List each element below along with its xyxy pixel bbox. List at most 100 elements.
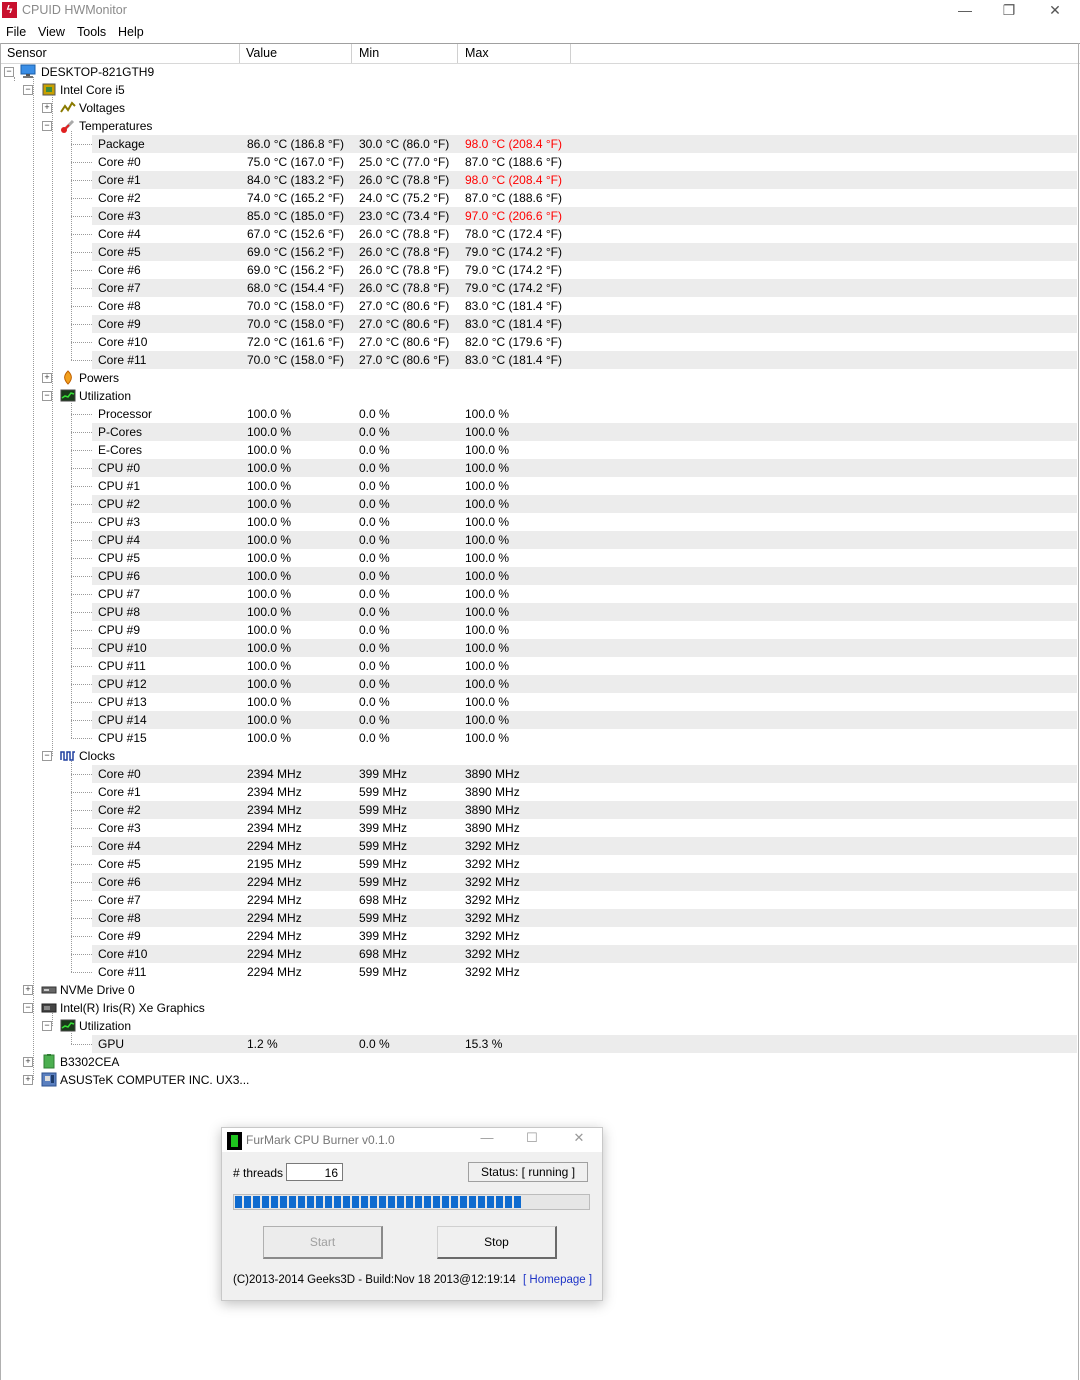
expand-toggle[interactable]: + [42, 373, 52, 383]
clocks-node[interactable]: − Clocks [0, 747, 1077, 765]
sensor-name: Core #9 [98, 929, 141, 943]
sensor-row[interactable]: GPU 1.2 % 0.0 % 15.3 % [0, 1035, 1077, 1053]
expand-toggle[interactable]: + [23, 1057, 33, 1067]
motherboard-node[interactable]: + ASUSTeK COMPUTER INC. UX3... [0, 1071, 1077, 1089]
sensor-name: CPU #12 [98, 677, 147, 691]
sensor-row[interactable]: CPU #12 100.0 % 0.0 % 100.0 % [0, 675, 1077, 693]
sensor-row[interactable]: Processor 100.0 % 0.0 % 100.0 % [0, 405, 1077, 423]
voltages-node[interactable]: + Voltages [0, 99, 1077, 117]
sensor-row[interactable]: Core #3 85.0 °C (185.0 °F) 23.0 °C (73.4 °… [0, 207, 1077, 225]
row-stripe [92, 909, 1077, 927]
sensor-row[interactable]: CPU #0 100.0 % 0.0 % 100.0 % [0, 459, 1077, 477]
sensor-row[interactable]: CPU #6 100.0 % 0.0 % 100.0 % [0, 567, 1077, 585]
sensor-row[interactable]: Core #7 2294 MHz 698 MHz 3292 MHz [0, 891, 1077, 909]
header-divider[interactable] [457, 44, 458, 63]
expand-toggle[interactable]: + [42, 103, 52, 113]
maximize-button[interactable]: ❐ [986, 0, 1032, 22]
threads-input[interactable]: 16 [286, 1163, 343, 1181]
tree-connector [71, 468, 92, 469]
sensor-row[interactable]: Core #4 2294 MHz 599 MHz 3292 MHz [0, 837, 1077, 855]
stop-button[interactable]: Stop [437, 1226, 557, 1259]
sensor-row[interactable]: Core #11 70.0 °C (158.0 °F) 27.0 °C (80.6 … [0, 351, 1077, 369]
collapse-toggle[interactable]: − [42, 1021, 52, 1031]
sensor-row[interactable]: Core #6 69.0 °C (156.2 °F) 26.0 °C (78.8 °… [0, 261, 1077, 279]
sensor-row[interactable]: Core #0 2394 MHz 399 MHz 3890 MHz [0, 765, 1077, 783]
sensor-row[interactable]: CPU #5 100.0 % 0.0 % 100.0 % [0, 549, 1077, 567]
menu-view[interactable]: View [38, 25, 65, 39]
sensor-value: 100.0 % [247, 425, 292, 439]
utilization-node[interactable]: − Utilization [0, 387, 1077, 405]
sensor-row[interactable]: P-Cores 100.0 % 0.0 % 100.0 % [0, 423, 1077, 441]
header-divider[interactable] [351, 44, 352, 63]
header-min[interactable]: Min [359, 46, 379, 60]
header-divider[interactable] [239, 44, 240, 63]
homepage-link[interactable]: [ Homepage ] [523, 1274, 592, 1286]
cpu-node[interactable]: − Intel Core i5 [0, 81, 1077, 99]
gpu-node[interactable]: − Intel(R) Iris(R) Xe Graphics [0, 999, 1077, 1017]
gpu-utilization-node[interactable]: − Utilization [0, 1017, 1077, 1035]
computer-node[interactable]: − DESKTOP-821GTH9 [0, 63, 1077, 81]
dialog-maximize-button[interactable]: ☐ [512, 1130, 552, 1146]
sensor-row[interactable]: Core #4 67.0 °C (152.6 °F) 26.0 °C (78.8 °… [0, 225, 1077, 243]
sensor-row[interactable]: CPU #15 100.0 % 0.0 % 100.0 % [0, 729, 1077, 747]
sensor-row[interactable]: Core #3 2394 MHz 399 MHz 3890 MHz [0, 819, 1077, 837]
row-stripe [92, 423, 1077, 441]
sensor-row[interactable]: CPU #3 100.0 % 0.0 % 100.0 % [0, 513, 1077, 531]
sensor-row[interactable]: CPU #2 100.0 % 0.0 % 100.0 % [0, 495, 1077, 513]
close-button[interactable]: ✕ [1032, 0, 1078, 22]
sensor-row[interactable]: Core #1 2394 MHz 599 MHz 3890 MHz [0, 783, 1077, 801]
header-sensor[interactable]: Sensor [7, 46, 47, 60]
sensor-row[interactable]: Core #9 2294 MHz 399 MHz 3292 MHz [0, 927, 1077, 945]
sensor-row[interactable]: Core #6 2294 MHz 599 MHz 3292 MHz [0, 873, 1077, 891]
sensor-row[interactable]: Core #11 2294 MHz 599 MHz 3292 MHz [0, 963, 1077, 981]
powers-node[interactable]: + Powers [0, 369, 1077, 387]
minimize-button[interactable]: — [942, 0, 988, 22]
sensor-row[interactable]: Core #2 74.0 °C (165.2 °F) 24.0 °C (75.2 °… [0, 189, 1077, 207]
start-button[interactable]: Start [263, 1226, 383, 1259]
hwmonitor-icon: ϟ [2, 2, 17, 18]
dialog-minimize-button[interactable]: — [467, 1130, 507, 1145]
sensor-row[interactable]: CPU #14 100.0 % 0.0 % 100.0 % [0, 711, 1077, 729]
sensor-row[interactable]: Package 86.0 °C (186.8 °F) 30.0 °C (86.0 °… [0, 135, 1077, 153]
sensor-max: 3292 MHz [465, 839, 520, 853]
sensor-row[interactable]: Core #2 2394 MHz 599 MHz 3890 MHz [0, 801, 1077, 819]
sensor-row[interactable]: Core #9 70.0 °C (158.0 °F) 27.0 °C (80.6 °… [0, 315, 1077, 333]
sensor-row[interactable]: Core #8 2294 MHz 599 MHz 3292 MHz [0, 909, 1077, 927]
sensor-row[interactable]: CPU #10 100.0 % 0.0 % 100.0 % [0, 639, 1077, 657]
header-value[interactable]: Value [246, 46, 277, 60]
expand-toggle[interactable]: + [23, 1075, 33, 1085]
temperatures-node[interactable]: − Temperatures [0, 117, 1077, 135]
collapse-toggle[interactable]: − [42, 391, 52, 401]
header-max[interactable]: Max [465, 46, 489, 60]
sensor-row[interactable]: E-Cores 100.0 % 0.0 % 100.0 % [0, 441, 1077, 459]
sensor-row[interactable]: Core #10 2294 MHz 698 MHz 3292 MHz [0, 945, 1077, 963]
nvme-node-label: NVMe Drive 0 [60, 983, 135, 997]
sensor-row[interactable]: Core #1 84.0 °C (183.2 °F) 26.0 °C (78.8 °… [0, 171, 1077, 189]
sensor-row[interactable]: CPU #13 100.0 % 0.0 % 100.0 % [0, 693, 1077, 711]
sensor-row[interactable]: CPU #4 100.0 % 0.0 % 100.0 % [0, 531, 1077, 549]
sensor-row[interactable]: CPU #1 100.0 % 0.0 % 100.0 % [0, 477, 1077, 495]
sensor-row[interactable]: CPU #11 100.0 % 0.0 % 100.0 % [0, 657, 1077, 675]
battery-node[interactable]: + B3302CEA [0, 1053, 1077, 1071]
expand-toggle[interactable]: + [23, 985, 33, 995]
sensor-row[interactable]: CPU #8 100.0 % 0.0 % 100.0 % [0, 603, 1077, 621]
sensor-row[interactable]: Core #7 68.0 °C (154.4 °F) 26.0 °C (78.8 °… [0, 279, 1077, 297]
collapse-toggle[interactable]: − [42, 751, 52, 761]
sensor-row[interactable]: CPU #9 100.0 % 0.0 % 100.0 % [0, 621, 1077, 639]
sensor-row[interactable]: Core #8 70.0 °C (158.0 °F) 27.0 °C (80.6 °… [0, 297, 1077, 315]
collapse-toggle[interactable]: − [42, 121, 52, 131]
sensor-row[interactable]: Core #10 72.0 °C (161.6 °F) 27.0 °C (80.6 … [0, 333, 1077, 351]
sensor-row[interactable]: CPU #7 100.0 % 0.0 % 100.0 % [0, 585, 1077, 603]
nvme-node[interactable]: + NVMe Drive 0 [0, 981, 1077, 999]
menu-help[interactable]: Help [118, 25, 144, 39]
header-divider[interactable] [570, 44, 571, 63]
sensor-row[interactable]: Core #0 75.0 °C (167.0 °F) 25.0 °C (77.0 °… [0, 153, 1077, 171]
sensor-row[interactable]: Core #5 69.0 °C (156.2 °F) 26.0 °C (78.8 °… [0, 243, 1077, 261]
collapse-toggle[interactable]: − [4, 67, 14, 77]
menu-file[interactable]: File [6, 25, 26, 39]
collapse-toggle[interactable]: − [23, 1003, 33, 1013]
collapse-toggle[interactable]: − [23, 85, 33, 95]
menu-tools[interactable]: Tools [77, 25, 106, 39]
dialog-close-button[interactable]: ✕ [559, 1130, 599, 1146]
sensor-row[interactable]: Core #5 2195 MHz 599 MHz 3292 MHz [0, 855, 1077, 873]
